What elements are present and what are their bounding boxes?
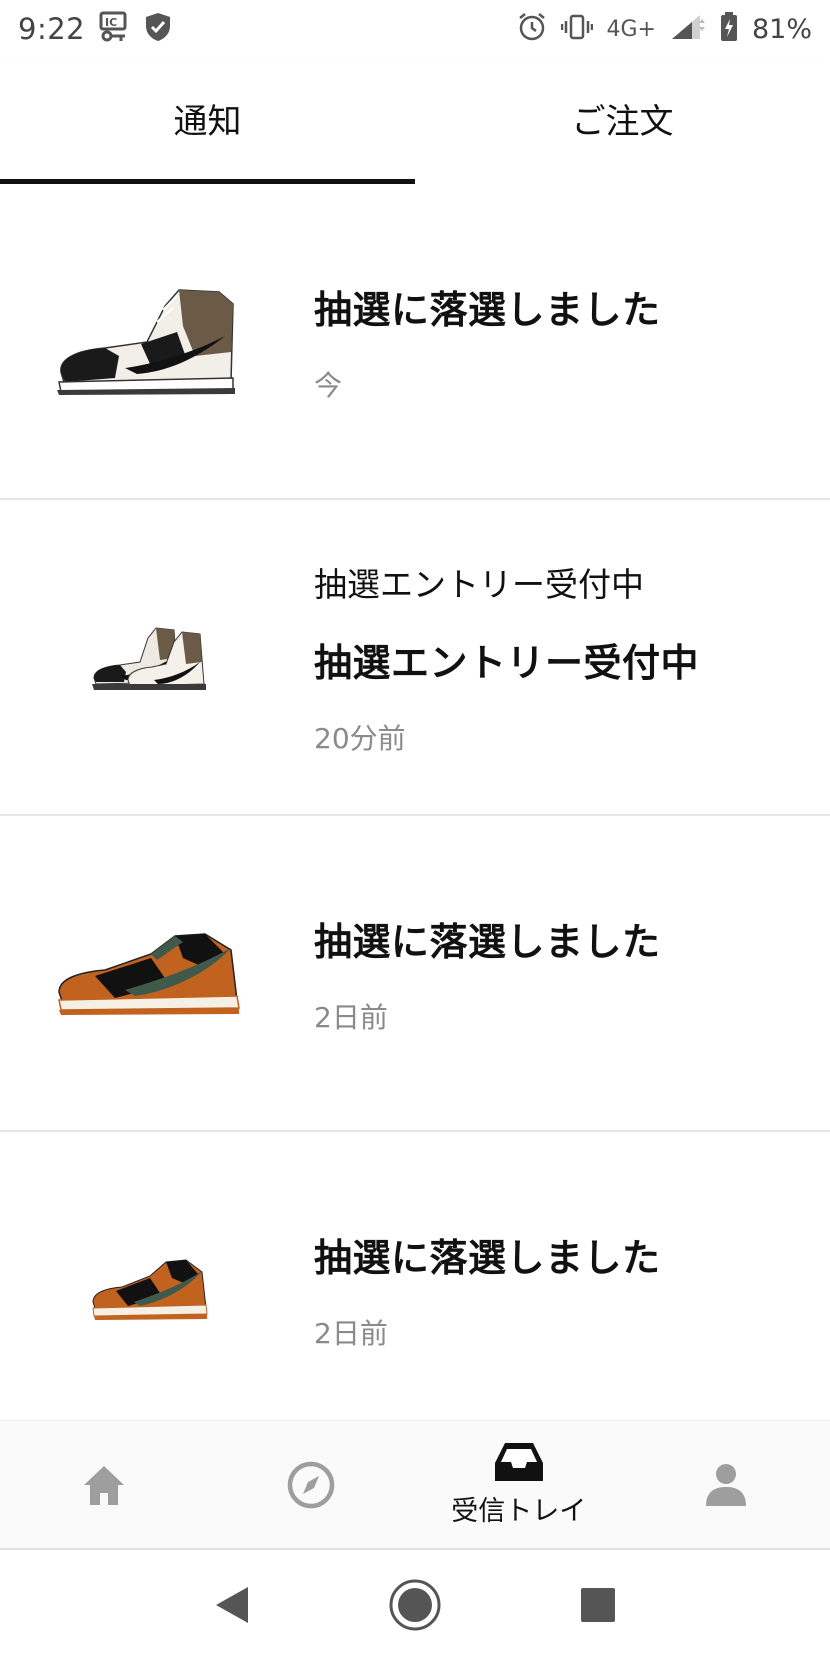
status-bar-left: 9:22 IC — [18, 11, 173, 47]
tab-notifications[interactable]: 通知 — [0, 58, 415, 184]
battery-percent: 81% — [751, 13, 812, 45]
battery-charging-icon — [720, 12, 738, 46]
recents-square-icon — [581, 1588, 616, 1622]
network-type: 4G+ — [606, 16, 656, 42]
nav-home[interactable] — [0, 1421, 208, 1548]
tab-notifications-label: 通知 — [173, 101, 242, 142]
notification-title: 抽選に落選しました — [314, 919, 661, 964]
notification-text: 抽選に落選しました 今 — [314, 184, 806, 498]
status-bar-right: 4G+ 81% — [517, 12, 812, 46]
notification-time: 20分前 — [314, 721, 406, 755]
notification-time: 2日前 — [314, 1316, 388, 1350]
nav-profile[interactable] — [623, 1421, 830, 1548]
nav-inbox[interactable]: 受信トレイ — [415, 1421, 623, 1548]
status-bar: 9:22 IC 4G+ 81% — [0, 0, 830, 58]
compass-icon — [288, 1461, 335, 1508]
notification-title: 抽選に落選しました — [314, 287, 661, 332]
inbox-icon — [494, 1443, 543, 1481]
notification-item[interactable]: 抽選に落選しました 2日前 — [0, 816, 830, 1132]
sneaker-pair-high-icon — [50, 587, 250, 727]
system-nav-bar — [0, 1550, 830, 1660]
notification-time: 2日前 — [314, 1000, 388, 1034]
notification-time: 今 — [314, 368, 343, 402]
nav-inbox-label: 受信トレイ — [451, 1496, 587, 1527]
bottom-nav: 受信トレイ — [0, 1420, 830, 1550]
shield-check-icon — [143, 11, 173, 47]
recents-button[interactable] — [558, 1565, 638, 1645]
notification-item[interactable]: 抽選エントリー受付中 抽選エントリー受付中 20分前 — [0, 500, 830, 816]
status-time: 9:22 — [18, 12, 86, 46]
tab-orders[interactable]: ご注文 — [415, 58, 830, 184]
tab-orders-label: ご注文 — [571, 101, 674, 142]
notification-subtitle: 抽選エントリー受付中 — [314, 564, 644, 604]
notification-item[interactable]: 抽選に落選しました 今 — [0, 184, 830, 500]
vibrate-icon — [560, 13, 593, 45]
home-button[interactable] — [375, 1565, 455, 1645]
notification-text: 抽選エントリー受付中 抽選エントリー受付中 20分前 — [314, 500, 806, 814]
ic-key-icon: IC — [99, 11, 129, 47]
notification-title: 抽選エントリー受付中 — [314, 640, 700, 685]
nav-discover[interactable] — [208, 1421, 416, 1548]
notification-item[interactable]: 抽選に落選しました 2日前 — [0, 1132, 830, 1448]
notification-text: 抽選に落選しました 2日前 — [314, 816, 806, 1130]
app-root: 9:22 IC 4G+ 81% 通知 ご注文 抽選に落選しました 今 抽選エント… — [0, 0, 830, 1660]
home-circle-icon — [389, 1579, 441, 1631]
notification-text: 抽選に落選しました 2日前 — [314, 1132, 806, 1446]
back-button[interactable] — [192, 1565, 272, 1645]
signal-icon — [670, 13, 706, 45]
back-triangle-icon — [215, 1587, 248, 1623]
alarm-icon — [517, 12, 547, 46]
home-icon — [83, 1465, 124, 1505]
top-tabs: 通知 ご注文 — [0, 58, 830, 184]
notification-list: 抽選に落選しました 今 抽選エントリー受付中 抽選エントリー受付中 20分前 抽… — [0, 184, 830, 1448]
sneaker-low-orange-icon — [50, 903, 250, 1043]
svg-text:IC: IC — [105, 16, 117, 29]
sneaker-high-brown-icon — [50, 271, 250, 411]
sneaker-low-orange-small-icon — [50, 1219, 250, 1359]
profile-icon — [706, 1463, 747, 1506]
notification-title: 抽選に落選しました — [314, 1235, 661, 1280]
